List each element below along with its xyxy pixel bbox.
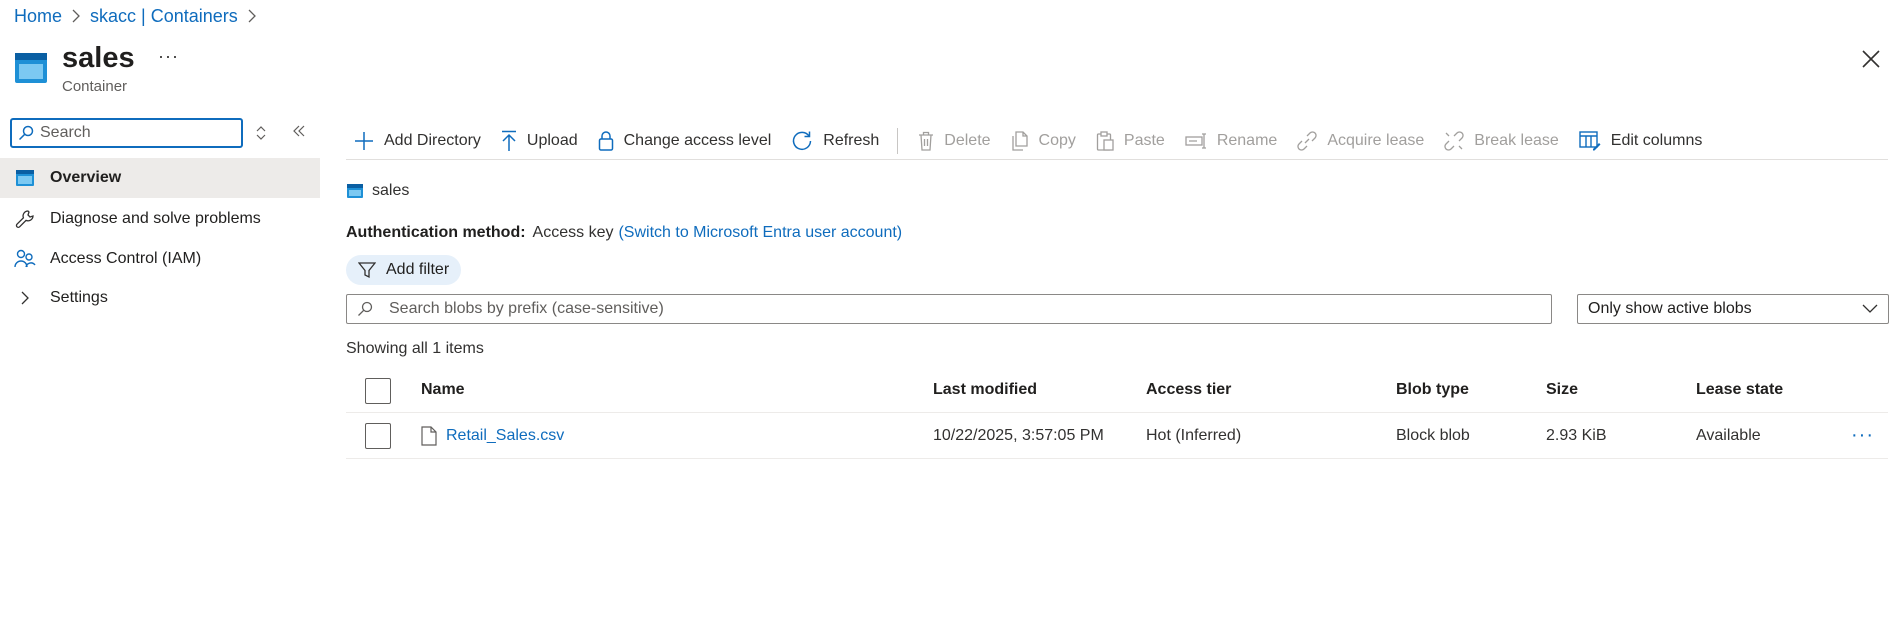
lease-state-cell: Available (1696, 426, 1761, 444)
row-more-options-button[interactable]: ··· (1851, 413, 1874, 458)
edit-columns-icon (1579, 131, 1601, 151)
broken-link-icon (1444, 131, 1464, 151)
wrench-icon (15, 210, 34, 228)
sidebar-item-label: Access Control (IAM) (50, 250, 202, 267)
chevron-right-icon (248, 9, 256, 23)
sidebar-item-settings[interactable]: Settings (0, 278, 320, 318)
column-header-lease-state[interactable]: Lease state (1696, 368, 1783, 412)
breadcrumb-home[interactable]: Home (14, 6, 62, 27)
blob-type-cell: Block blob (1396, 426, 1470, 444)
plus-icon (355, 132, 373, 150)
edit-columns-button[interactable]: Edit columns (1579, 131, 1702, 151)
toolbar-divider (897, 128, 899, 154)
link-icon (1297, 131, 1317, 151)
auth-method: Authentication method: Access key (Switc… (346, 224, 902, 242)
rename-icon (1185, 133, 1206, 149)
nav-search-input[interactable] (40, 124, 230, 142)
acquire-lease-button[interactable]: Acquire lease (1297, 131, 1424, 151)
add-directory-button[interactable]: Add Directory (354, 131, 481, 151)
select-all-checkbox[interactable] (365, 378, 391, 404)
blob-state-dropdown[interactable]: Only show active blobs (1577, 294, 1889, 324)
chevron-down-icon (1862, 304, 1878, 313)
lock-icon (598, 131, 613, 151)
blob-name-link[interactable]: Retail_Sales.csv (446, 427, 564, 445)
last-modified-cell: 10/22/2025, 3:57:05 PM (933, 426, 1104, 444)
nav-search-field[interactable] (10, 118, 243, 148)
delete-button[interactable]: Delete (918, 131, 991, 151)
access-tier-cell: Hot (Inferred) (1146, 426, 1242, 444)
column-header-size[interactable]: Size (1546, 368, 1578, 412)
break-lease-button[interactable]: Break lease (1444, 131, 1559, 151)
row-checkbox[interactable] (365, 423, 391, 449)
change-access-level-button[interactable]: Change access level (598, 131, 771, 151)
command-bar: Add Directory Upload Change access level… (354, 126, 1722, 156)
more-options-button[interactable]: ··· (158, 46, 179, 67)
sidebar-item-diagnose[interactable]: Diagnose and solve problems (0, 199, 320, 239)
sidebar-item-label: Diagnose and solve problems (50, 210, 261, 227)
auth-label: Authentication method: (346, 224, 526, 241)
copy-icon (1011, 131, 1028, 151)
copy-button[interactable]: Copy (1011, 131, 1076, 151)
blob-table: Name Last modified Access tier Blob type… (346, 368, 1888, 459)
sidebar-item-iam[interactable]: Access Control (IAM) (0, 239, 320, 279)
trash-icon (919, 131, 934, 151)
upload-icon (501, 130, 516, 151)
sort-icon[interactable] (256, 125, 266, 141)
toolbar-divider (346, 159, 1888, 160)
blob-search-input[interactable] (389, 300, 1529, 318)
dropdown-value: Only show active blobs (1588, 300, 1752, 317)
switch-auth-link[interactable]: (Switch to Microsoft Entra user account) (618, 224, 902, 242)
chevron-right-icon (72, 9, 80, 23)
rename-button[interactable]: Rename (1185, 132, 1277, 150)
container-icon (347, 184, 363, 198)
file-icon (421, 425, 437, 446)
breadcrumb-containers[interactable]: skacc | Containers (90, 6, 238, 27)
container-path: sales (346, 182, 409, 200)
search-icon (358, 301, 373, 316)
container-icon (16, 170, 34, 186)
breadcrumb: Home skacc | Containers (14, 5, 266, 27)
people-icon (14, 249, 36, 268)
add-filter-button[interactable]: Add filter (346, 255, 462, 285)
auth-value: Access key (532, 224, 614, 241)
table-row[interactable]: Retail_Sales.csv 10/22/2025, 3:57:05 PM … (346, 413, 1888, 459)
column-header-name[interactable]: Name (421, 368, 465, 412)
refresh-icon (793, 131, 812, 150)
chevron-right-icon (21, 291, 29, 305)
close-icon[interactable] (1862, 50, 1880, 68)
collapse-icon[interactable] (292, 124, 306, 138)
sidebar-item-overview[interactable]: Overview (0, 158, 320, 198)
column-header-blob-type[interactable]: Blob type (1396, 368, 1469, 412)
upload-button[interactable]: Upload (501, 130, 578, 152)
table-header-row: Name Last modified Access tier Blob type… (346, 368, 1888, 413)
blob-search-field[interactable] (346, 294, 1552, 324)
container-icon (15, 53, 47, 83)
column-header-last-modified[interactable]: Last modified (933, 368, 1037, 412)
blob-name-cell: Retail_Sales.csv (421, 413, 564, 458)
sidebar-item-label: Overview (50, 169, 122, 186)
filter-icon (358, 262, 376, 279)
sidebar-item-label: Settings (50, 289, 108, 306)
page-subtitle: Container (62, 78, 128, 95)
column-header-access-tier[interactable]: Access tier (1146, 368, 1231, 412)
search-icon (18, 125, 34, 141)
item-count: Showing all 1 items (346, 340, 484, 357)
page-title: sales (62, 42, 135, 74)
refresh-button[interactable]: Refresh (791, 130, 879, 152)
paste-button[interactable]: Paste (1096, 131, 1165, 151)
paste-icon (1096, 131, 1114, 151)
size-cell: 2.93 KiB (1546, 426, 1607, 444)
